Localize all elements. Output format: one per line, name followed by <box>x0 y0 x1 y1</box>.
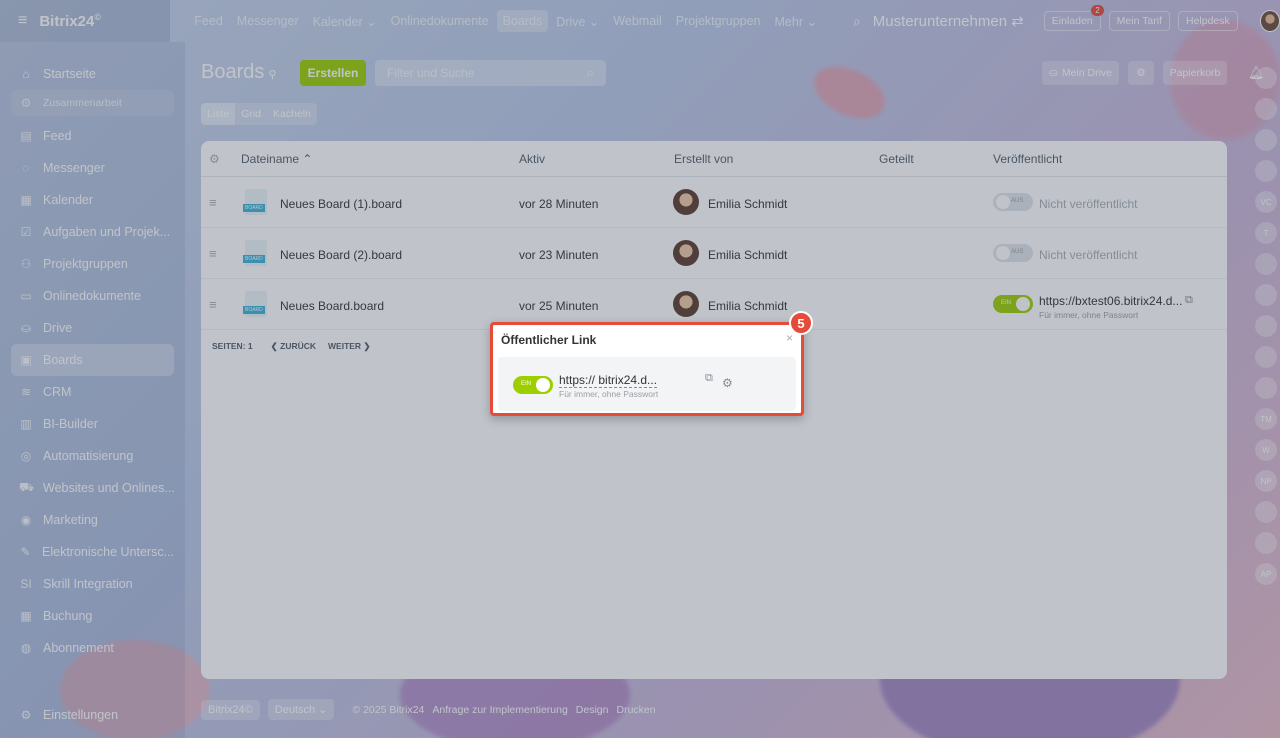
link-settings-text: Für immer, ohne Passwort <box>559 389 659 399</box>
close-icon[interactable]: × <box>786 331 793 345</box>
public-link-popup: Öffentlicher Link × EIN https:// bitrix2… <box>490 322 804 416</box>
public-link-toggle[interactable]: EIN <box>513 376 553 394</box>
gear-icon[interactable]: ⚙ <box>722 376 733 390</box>
public-link-box: EIN https:// bitrix24.d... Für immer, oh… <box>498 357 796 411</box>
popup-title: Öffentlicher Link <box>501 333 597 347</box>
step-badge: 5 <box>789 311 813 335</box>
toggle-label: EIN <box>521 381 532 387</box>
copy-icon[interactable]: ⧉ <box>705 372 713 385</box>
public-link[interactable]: https:// bitrix24.d... <box>559 373 658 388</box>
